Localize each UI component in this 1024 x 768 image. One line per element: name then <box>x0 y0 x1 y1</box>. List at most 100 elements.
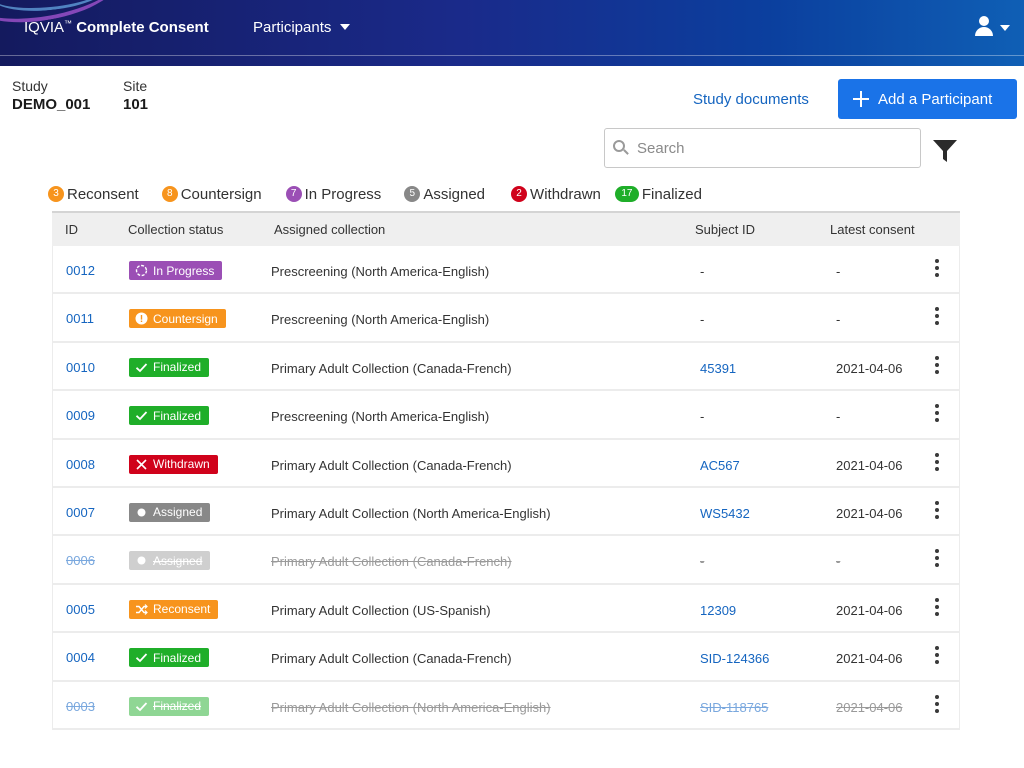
brand-logo[interactable]: IQVIA™ Complete Consent <box>24 19 209 36</box>
subject-id[interactable]: 45391 <box>700 361 736 376</box>
more-options-icon[interactable] <box>930 307 944 329</box>
plus-icon <box>853 91 869 107</box>
latest-consent-date: 2021-04-06 <box>836 602 903 618</box>
summary-label: Assigned <box>423 185 486 203</box>
latest-consent-date: 2021-04-06 <box>836 699 903 715</box>
subject-id[interactable]: SID-124366 <box>700 651 769 666</box>
status-badge-label: Finalized <box>153 699 202 714</box>
summary-assigned[interactable]: 5 Assigned <box>404 186 485 203</box>
summary-finalized[interactable]: 17 Finalized <box>614 186 702 203</box>
more-options-icon[interactable] <box>930 597 944 620</box>
participants-menu[interactable]: Participants <box>253 19 351 36</box>
table-row[interactable]: 0010 Finalized Primary Adult Collection (C… <box>52 342 960 392</box>
more-options-icon[interactable] <box>930 452 944 475</box>
user-icon <box>979 16 989 26</box>
dot-icon <box>135 506 148 519</box>
filter-icon[interactable] <box>932 138 958 164</box>
summary-count: 2 <box>511 186 528 202</box>
column-header-consent[interactable]: Latest consent <box>830 222 915 237</box>
more-options-icon[interactable] <box>930 646 944 668</box>
site-value: 101 <box>123 96 149 113</box>
table-row[interactable]: 0006 Assigned Primary Adult Collection (Ca… <box>52 536 960 585</box>
status-badge-label: Countersign <box>153 311 218 326</box>
subject-id[interactable]: WS5432 <box>700 506 750 521</box>
status-summary: 3 Reconsent 8 Countersign 7 In Progress … <box>48 183 702 205</box>
participants-table: ID Collection status Assigned collection… <box>52 211 960 730</box>
search-icon <box>613 140 629 156</box>
user-menu[interactable] <box>975 16 1015 40</box>
participant-id-link[interactable]: 0005 <box>66 602 95 617</box>
assigned-collection: Primary Adult Collection (North America-… <box>271 505 551 521</box>
table-row[interactable]: 0012 In Progress Prescreening (North Ameri… <box>52 246 960 295</box>
site-label: Site <box>123 78 148 94</box>
status-badge-label: Finalized <box>153 408 202 423</box>
brand-trademark: ™ <box>64 19 73 28</box>
subject-id[interactable]: SID-118765 <box>700 700 768 715</box>
summary-count: 8 <box>161 186 178 202</box>
participant-id-link[interactable]: 0009 <box>66 408 95 423</box>
column-header-id[interactable]: ID <box>65 222 78 237</box>
table-row[interactable]: 0003 Finalized Primary Adult Collection (N… <box>52 681 960 730</box>
assigned-collection: Primary Adult Collection (Canada-French) <box>271 554 512 570</box>
table-row[interactable]: 0008 Withdrawn Primary Adult Collection (C… <box>52 439 960 488</box>
summary-countersign[interactable]: 8 Countersign <box>161 185 262 203</box>
column-header-status[interactable]: Collection status <box>128 222 223 237</box>
column-header-subject[interactable]: Subject ID <box>695 222 755 237</box>
status-badge-label: In Progress <box>153 263 215 278</box>
summary-withdrawn[interactable]: 2 Withdrawn <box>511 186 601 203</box>
table-row[interactable]: 0011 Countersign Prescreening (North Ameri… <box>52 294 960 343</box>
table-row[interactable]: 0005 Reconsent Primary Adult Collection (U… <box>52 584 960 634</box>
user-icon <box>975 27 993 36</box>
summary-reconsent[interactable]: 3 Reconsent <box>48 186 139 203</box>
subject-id[interactable]: 12309 <box>700 603 736 618</box>
in-progress-icon <box>135 264 148 277</box>
more-options-icon[interactable] <box>930 694 944 717</box>
more-options-icon[interactable] <box>930 404 944 426</box>
status-badge: Finalized <box>129 648 210 668</box>
table-body: 0012 In Progress Prescreening (North Ameri… <box>52 246 960 730</box>
shuffle-icon <box>135 603 148 616</box>
chevron-down-icon <box>340 24 351 31</box>
more-options-icon[interactable] <box>930 355 944 378</box>
latest-consent-date: 2021-04-06 <box>836 457 903 473</box>
status-badge: Countersign <box>129 309 226 329</box>
participant-id-link[interactable]: 0004 <box>66 650 95 665</box>
participant-id-link[interactable]: 0011 <box>66 311 94 326</box>
status-badge-label: Finalized <box>153 360 202 375</box>
subject-id[interactable]: AC567 <box>700 458 740 473</box>
summary-label: Countersign <box>180 185 262 203</box>
more-options-icon[interactable] <box>930 500 944 523</box>
participant-id-link[interactable]: 0008 <box>66 457 95 472</box>
summary-count: 5 <box>404 186 421 202</box>
add-participant-button[interactable]: Add a Participant <box>838 79 1017 119</box>
participant-id-link[interactable]: 0003 <box>66 699 95 714</box>
search-input[interactable] <box>637 138 907 158</box>
status-badge: Withdrawn <box>129 454 218 474</box>
check-icon <box>135 700 148 713</box>
participant-id-link[interactable]: 0007 <box>66 505 95 520</box>
study-label: Study <box>12 78 48 94</box>
check-icon <box>135 651 148 664</box>
summary-label: Withdrawn <box>530 185 601 203</box>
summary-in-progress[interactable]: 7 In Progress <box>285 186 381 203</box>
participants-menu-label: Participants <box>253 19 332 36</box>
study-documents-link[interactable]: Study documents <box>693 91 809 108</box>
participant-id-link[interactable]: 0012 <box>66 263 95 278</box>
assigned-collection: Prescreening (North America-English) <box>271 264 490 279</box>
top-bar: IQVIA™ Complete Consent Participants <box>0 0 1024 66</box>
latest-consent-date: 2021-04-06 <box>836 360 903 376</box>
status-badge: Finalized <box>129 406 210 426</box>
participant-id-link[interactable]: 0010 <box>66 360 95 375</box>
table-row[interactable]: 0009 Finalized Prescreening (North America… <box>52 391 960 440</box>
summary-label: Reconsent <box>67 185 139 203</box>
search-box[interactable] <box>604 128 921 168</box>
more-options-icon[interactable] <box>930 549 944 571</box>
latest-consent-date: - <box>836 554 841 570</box>
assigned-collection: Primary Adult Collection (Canada-French) <box>271 457 512 473</box>
assigned-collection: Primary Adult Collection (Canada-French) <box>271 651 512 667</box>
table-row[interactable]: 0004 Finalized Primary Adult Collection (C… <box>52 633 960 682</box>
participant-id-link[interactable]: 0006 <box>66 553 95 568</box>
table-row[interactable]: 0007 Assigned Primary Adult Collection (No… <box>52 487 960 537</box>
more-options-icon[interactable] <box>930 259 944 281</box>
column-header-collection[interactable]: Assigned collection <box>274 222 385 237</box>
